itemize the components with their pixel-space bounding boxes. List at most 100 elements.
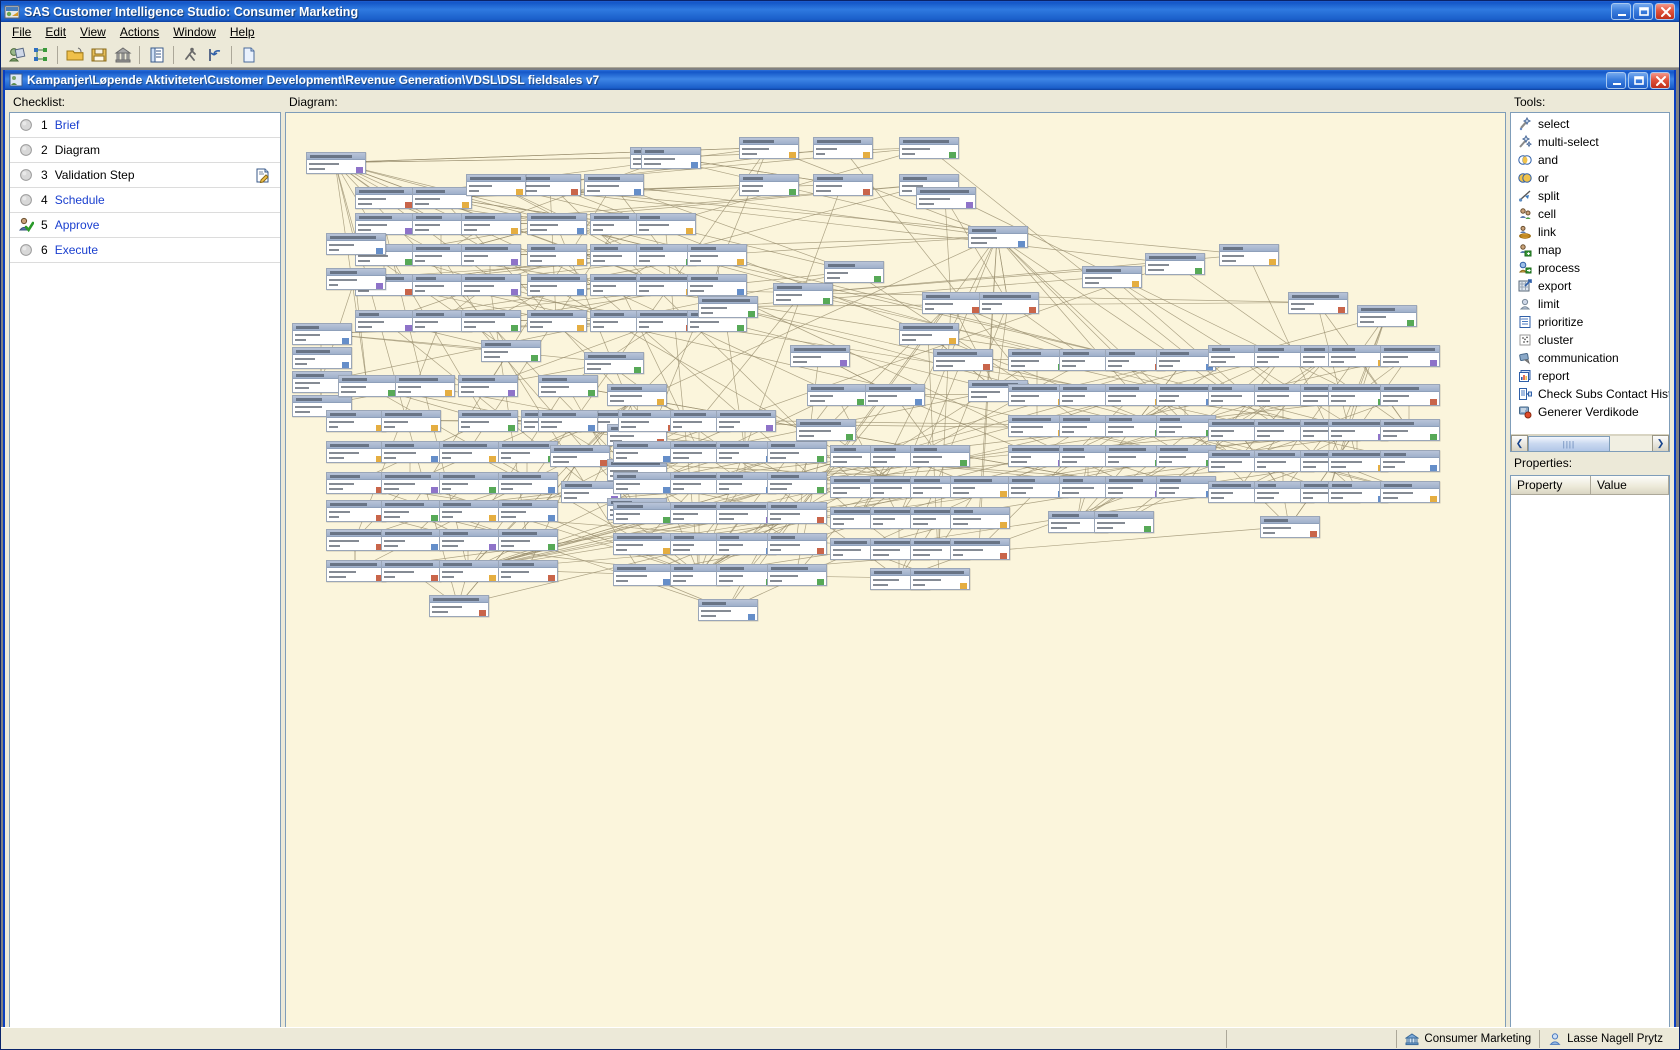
- tool-cell[interactable]: cell: [1511, 205, 1669, 223]
- tools-horizontal-scrollbar[interactable]: ❮ |||| ❯: [1511, 434, 1669, 451]
- diagram-node[interactable]: [292, 323, 352, 345]
- diagram-node[interactable]: [550, 445, 610, 467]
- diagram-node[interactable]: [498, 560, 558, 582]
- diagram-node[interactable]: [381, 560, 441, 582]
- diagram-node[interactable]: [481, 340, 541, 362]
- tools-list[interactable]: select multi-select and or split cell li…: [1511, 113, 1669, 434]
- tool-process[interactable]: process: [1511, 259, 1669, 277]
- checklist-item-brief[interactable]: 1 Brief: [10, 113, 280, 138]
- menu-help[interactable]: Help: [223, 23, 262, 41]
- tool-report[interactable]: report: [1511, 367, 1669, 385]
- diagram-node[interactable]: [306, 152, 366, 174]
- checklist-item-label[interactable]: Brief: [55, 118, 80, 132]
- diagram-node[interactable]: [458, 410, 518, 432]
- diagram-node[interactable]: [461, 310, 521, 332]
- tool-export[interactable]: export: [1511, 277, 1669, 295]
- menu-actions[interactable]: Actions: [113, 23, 166, 41]
- tool-cluster[interactable]: cluster: [1511, 331, 1669, 349]
- diagram-node[interactable]: [613, 472, 673, 494]
- checklist-item-execute[interactable]: 6 Execute: [10, 238, 280, 263]
- tool-generer-verdikode[interactable]: Generer Verdikode: [1511, 403, 1669, 421]
- close-button[interactable]: [1655, 3, 1675, 20]
- diagram-node[interactable]: [1156, 476, 1216, 498]
- diagram-node[interactable]: [584, 352, 644, 374]
- save-icon[interactable]: [87, 44, 110, 66]
- diagram-node[interactable]: [326, 472, 386, 494]
- diagram-node[interactable]: [899, 323, 959, 345]
- diagram-node[interactable]: [916, 187, 976, 209]
- diagram-node[interactable]: [527, 310, 587, 332]
- diagram-node[interactable]: [1219, 244, 1279, 266]
- tools-scroll-thumb[interactable]: ||||: [1528, 435, 1610, 451]
- diagram-node[interactable]: [613, 502, 673, 524]
- diagram-node[interactable]: [739, 174, 799, 196]
- diagram-node[interactable]: [618, 410, 678, 432]
- diagram-node[interactable]: [813, 174, 873, 196]
- tool-split[interactable]: split: [1511, 187, 1669, 205]
- diagram-node[interactable]: [527, 244, 587, 266]
- diagram-node[interactable]: [1328, 450, 1388, 472]
- customer-icon[interactable]: [5, 44, 28, 66]
- diagram-node[interactable]: [381, 410, 441, 432]
- diagram-node[interactable]: [395, 375, 455, 397]
- diagram-node[interactable]: [498, 529, 558, 551]
- tool-communication[interactable]: communication: [1511, 349, 1669, 367]
- diagram-node[interactable]: [1380, 450, 1440, 472]
- properties-column-value[interactable]: Value: [1591, 476, 1669, 494]
- diagram-node[interactable]: [439, 529, 499, 551]
- diagram-node[interactable]: [326, 233, 386, 255]
- diagram-node[interactable]: [1145, 253, 1205, 275]
- menu-file[interactable]: File: [5, 23, 38, 41]
- diagram-node[interactable]: [439, 441, 499, 463]
- tool-select[interactable]: select: [1511, 115, 1669, 133]
- diagram-node[interactable]: [439, 560, 499, 582]
- child-minimize-button[interactable]: [1606, 71, 1626, 89]
- tools-scroll-right-arrow-icon[interactable]: ❯: [1652, 434, 1669, 451]
- diagram-node[interactable]: [767, 441, 827, 463]
- diagram-node[interactable]: [1082, 266, 1142, 288]
- diagram-node[interactable]: [767, 472, 827, 494]
- tool-or[interactable]: or: [1511, 169, 1669, 187]
- diagram-node[interactable]: [698, 599, 758, 621]
- diagram-node[interactable]: [950, 476, 1010, 498]
- diagram-node[interactable]: [922, 292, 982, 314]
- tool-limit[interactable]: limit: [1511, 295, 1669, 313]
- diagram-node[interactable]: [950, 538, 1010, 560]
- diagram-node[interactable]: [498, 500, 558, 522]
- diagram-node[interactable]: [1260, 516, 1320, 538]
- diagram-node[interactable]: [326, 268, 386, 290]
- diagram-node[interactable]: [739, 137, 799, 159]
- diagram-node[interactable]: [326, 410, 386, 432]
- diagram-node[interactable]: [773, 283, 833, 305]
- diagram-node[interactable]: [641, 147, 701, 169]
- diagram-node[interactable]: [716, 410, 776, 432]
- diagram-node[interactable]: [521, 174, 581, 196]
- diagram-node[interactable]: [950, 507, 1010, 529]
- restore-button[interactable]: [1633, 3, 1653, 20]
- diagram-node[interactable]: [899, 137, 959, 159]
- diagram-node[interactable]: [933, 349, 993, 371]
- diagram-node[interactable]: [381, 529, 441, 551]
- diagram-node[interactable]: [412, 187, 472, 209]
- menu-edit[interactable]: Edit: [38, 23, 73, 41]
- run-icon[interactable]: [179, 44, 202, 66]
- diagram-node[interactable]: [527, 213, 587, 235]
- open-folder-icon[interactable]: [63, 44, 86, 66]
- tools-scroll-track[interactable]: ||||: [1528, 434, 1652, 451]
- tool-multi-select[interactable]: multi-select: [1511, 133, 1669, 151]
- diagram-node[interactable]: [1094, 511, 1154, 533]
- diagram-node[interactable]: [698, 296, 758, 318]
- checklist-item-label[interactable]: Schedule: [55, 193, 105, 207]
- diagram-node[interactable]: [607, 384, 667, 406]
- diagram-canvas-container[interactable]: [285, 112, 1506, 1027]
- diagram-node[interactable]: [687, 274, 747, 296]
- diagram-node[interactable]: [355, 213, 415, 235]
- child-restore-button[interactable]: [1628, 71, 1648, 89]
- checklist-item-schedule[interactable]: 4 Schedule: [10, 188, 280, 213]
- diagram-node[interactable]: [910, 568, 970, 590]
- diagram-node[interactable]: [1328, 345, 1388, 367]
- diagram-node[interactable]: [613, 564, 673, 586]
- checklist-item-label[interactable]: Execute: [55, 243, 98, 257]
- menu-view[interactable]: View: [73, 23, 113, 41]
- diagram-node[interactable]: [498, 441, 558, 463]
